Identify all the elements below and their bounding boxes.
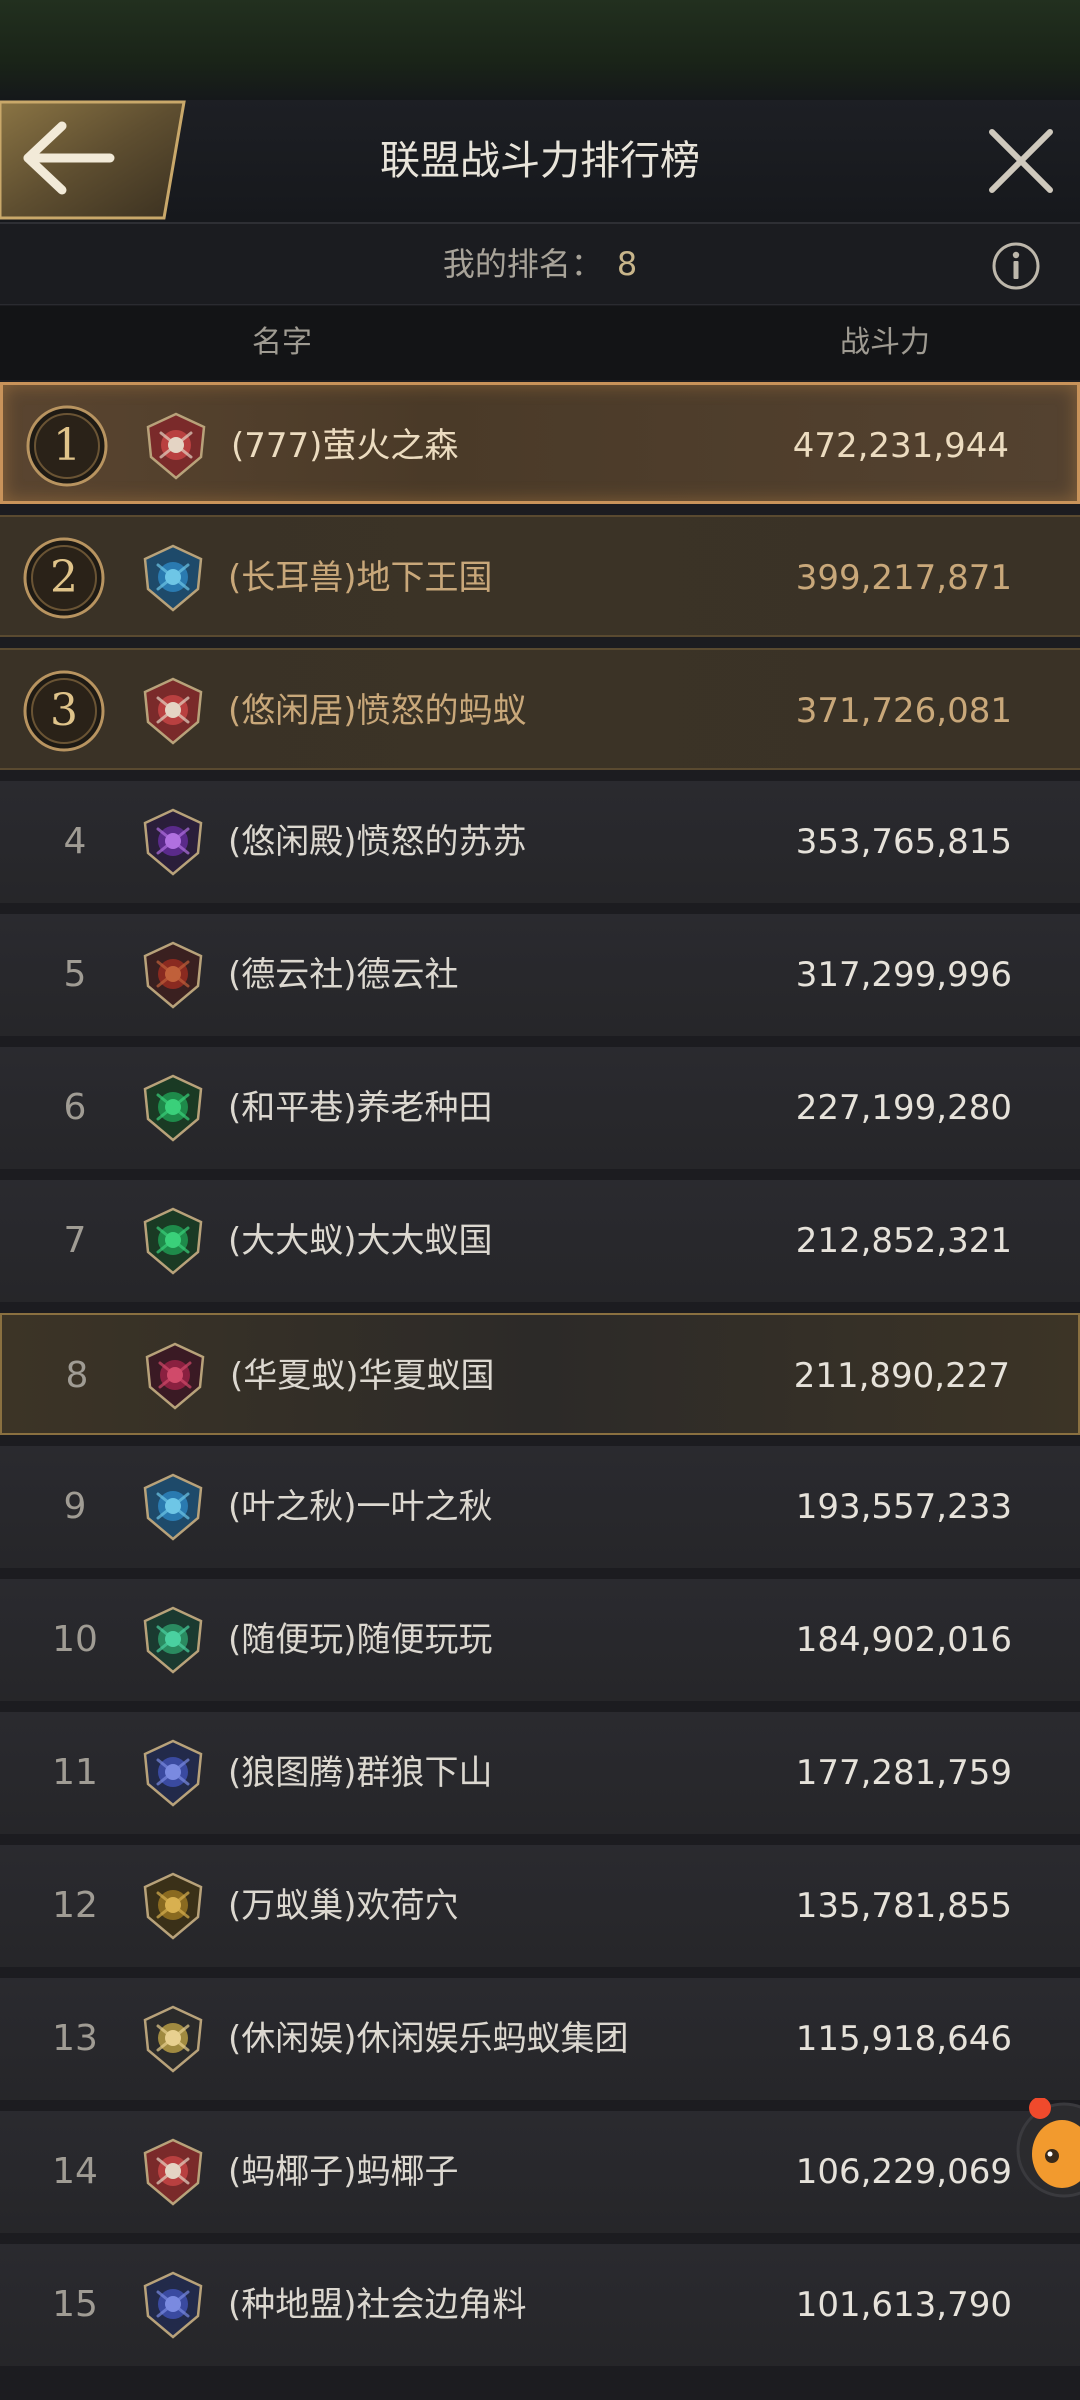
gold-snail-emblem-icon: [138, 2004, 208, 2074]
alliance-power: 472,231,944: [792, 426, 1009, 466]
rank-number: 1: [53, 420, 81, 471]
alliance-name: (777)萤火之森: [231, 426, 459, 466]
ranking-row[interactable]: 4 (悠闲殿)愤怒的苏苏 353,765,815: [0, 781, 1080, 903]
alliance-name: (叶之秋)一叶之秋: [228, 1487, 493, 1527]
alliance-name: (华夏蚁)华夏蚁国: [230, 1356, 495, 1396]
ranking-row[interactable]: 10 (随便玩)随便玩玩 184,902,016: [0, 1579, 1080, 1701]
purple-spider-emblem-icon: [138, 807, 208, 877]
back-arrow-icon: [0, 100, 186, 220]
blue-beetle-emblem-icon: [138, 2270, 208, 2340]
ranking-row[interactable]: 9 (叶之秋)一叶之秋 193,557,233: [0, 1446, 1080, 1568]
alliance-power: 211,890,227: [793, 1356, 1010, 1396]
floating-assistant-button[interactable]: [1012, 2097, 1080, 2198]
blue-beetle-emblem-icon: [138, 1738, 208, 1808]
rank-number: 5: [63, 954, 87, 995]
alliance-name: (和平巷)养老种田: [228, 1088, 493, 1128]
ranking-row[interactable]: 6 (和平巷)养老种田 227,199,280: [0, 1047, 1080, 1169]
ranking-row[interactable]: 11 (狼图腾)群狼下山 177,281,759: [0, 1712, 1080, 1834]
red-shield-emblem-icon: [138, 2137, 208, 2207]
alliance-power: 193,557,233: [795, 1487, 1012, 1527]
rank-number: 12: [52, 1885, 98, 1926]
alliance-power: 212,852,321: [795, 1221, 1012, 1261]
rank-number: 13: [52, 2018, 98, 2059]
rank-number: 3: [50, 685, 78, 736]
ranking-row[interactable]: 13 (休闲娱)休闲娱乐蚂蚁集团 115,918,646: [0, 1978, 1080, 2100]
ranking-row[interactable]: 8 (华夏蚁)华夏蚁国 211,890,227: [0, 1313, 1080, 1435]
rank-number: 9: [63, 1486, 87, 1527]
rank-number: 15: [52, 2284, 98, 2325]
my-rank-bar: 我的排名： 8: [0, 224, 1080, 305]
ranking-row[interactable]: 2 (长耳兽)地下王国 399,217,871: [0, 515, 1080, 637]
rank-number: 7: [63, 1220, 87, 1261]
column-name-header: 名字: [252, 325, 312, 360]
my-rank-label: 我的排名：: [442, 245, 603, 283]
alliance-name: (种地盟)社会边角料: [228, 2285, 527, 2325]
rank-number: 2: [50, 552, 78, 603]
close-button[interactable]: [976, 122, 1066, 202]
alliance-name: (悠闲居)愤怒的蚂蚁: [228, 691, 527, 731]
my-rank-text: 我的排名： 8: [0, 224, 1080, 304]
rank-number: 10: [52, 1619, 98, 1660]
ranking-row[interactable]: 12 (万蚁巢)欢荷穴 135,781,855: [0, 1845, 1080, 1967]
alliance-power: 371,726,081: [795, 691, 1012, 731]
column-power-header: 战斗力: [840, 325, 930, 360]
alliance-name: (大大蚁)大大蚁国: [228, 1221, 493, 1261]
close-icon: [989, 129, 1053, 193]
ranking-row[interactable]: 7 (大大蚁)大大蚁国 212,852,321: [0, 1180, 1080, 1302]
ranking-row[interactable]: 3 (悠闲居)愤怒的蚂蚁 371,726,081: [0, 648, 1080, 770]
rank-number: 11: [52, 1752, 98, 1793]
column-header: 名字 战斗力: [0, 306, 1080, 380]
rank-number: 6: [63, 1087, 87, 1128]
alliance-name: (悠闲殿)愤怒的苏苏: [228, 822, 527, 862]
alliance-name: (长耳兽)地下王国: [228, 558, 493, 598]
alliance-name: (休闲娱)休闲娱乐蚂蚁集团: [228, 2019, 629, 2059]
green-clover-emblem-icon: [138, 1073, 208, 1143]
ranking-row[interactable]: 14 (蚂椰子)蚂椰子 106,229,069: [0, 2111, 1080, 2233]
red-shield-emblem-icon: [141, 411, 211, 481]
alliance-power: 184,902,016: [795, 1620, 1012, 1660]
info-button[interactable]: [990, 240, 1042, 292]
red-crossed-blades-emblem-icon: [138, 940, 208, 1010]
blue-scorpion-emblem-icon: [138, 1472, 208, 1542]
alliance-power: 106,229,069: [795, 2152, 1012, 2192]
alliance-name: (狼图腾)群狼下山: [228, 1753, 493, 1793]
alliance-power: 135,781,855: [795, 1886, 1012, 1926]
info-icon: [992, 242, 1040, 290]
crimson-ant-emblem-icon: [140, 1341, 210, 1411]
alliance-power: 177,281,759: [795, 1753, 1012, 1793]
alliance-power: 227,199,280: [795, 1088, 1012, 1128]
alliance-power: 353,765,815: [795, 822, 1012, 862]
alliance-power: 101,613,790: [795, 2285, 1012, 2325]
alliance-name: (德云社)德云社: [228, 955, 459, 995]
green-leaf-emblem-icon: [138, 1605, 208, 1675]
ranking-row[interactable]: 5 (德云社)德云社 317,299,996: [0, 914, 1080, 1036]
ranking-row[interactable]: 1 (777)萤火之森 472,231,944: [0, 382, 1080, 504]
ranking-row[interactable]: 15 (种地盟)社会边角料 101,613,790: [0, 2244, 1080, 2366]
red-shield-emblem-icon: [138, 676, 208, 746]
rank-number: 8: [65, 1355, 89, 1396]
assistant-mascot-icon: [1016, 2097, 1080, 2198]
gold-ant-emblem-icon: [138, 1871, 208, 1941]
rank-number: 14: [52, 2151, 98, 2192]
alliance-power: 399,217,871: [795, 558, 1012, 598]
alliance-name: (随便玩)随便玩玩: [228, 1620, 493, 1660]
top-background: [0, 0, 1080, 100]
blue-scorpion-emblem-icon: [138, 543, 208, 613]
back-button[interactable]: [0, 100, 186, 222]
green-clover-emblem-icon: [138, 1206, 208, 1276]
alliance-name: (蚂椰子)蚂椰子: [228, 2152, 459, 2192]
alliance-power: 317,299,996: [795, 955, 1012, 995]
my-rank-value: 8: [616, 245, 638, 283]
rank-number: 4: [63, 821, 87, 862]
alliance-name: (万蚁巢)欢荷穴: [228, 1886, 459, 1926]
alliance-power: 115,918,646: [795, 2019, 1012, 2059]
